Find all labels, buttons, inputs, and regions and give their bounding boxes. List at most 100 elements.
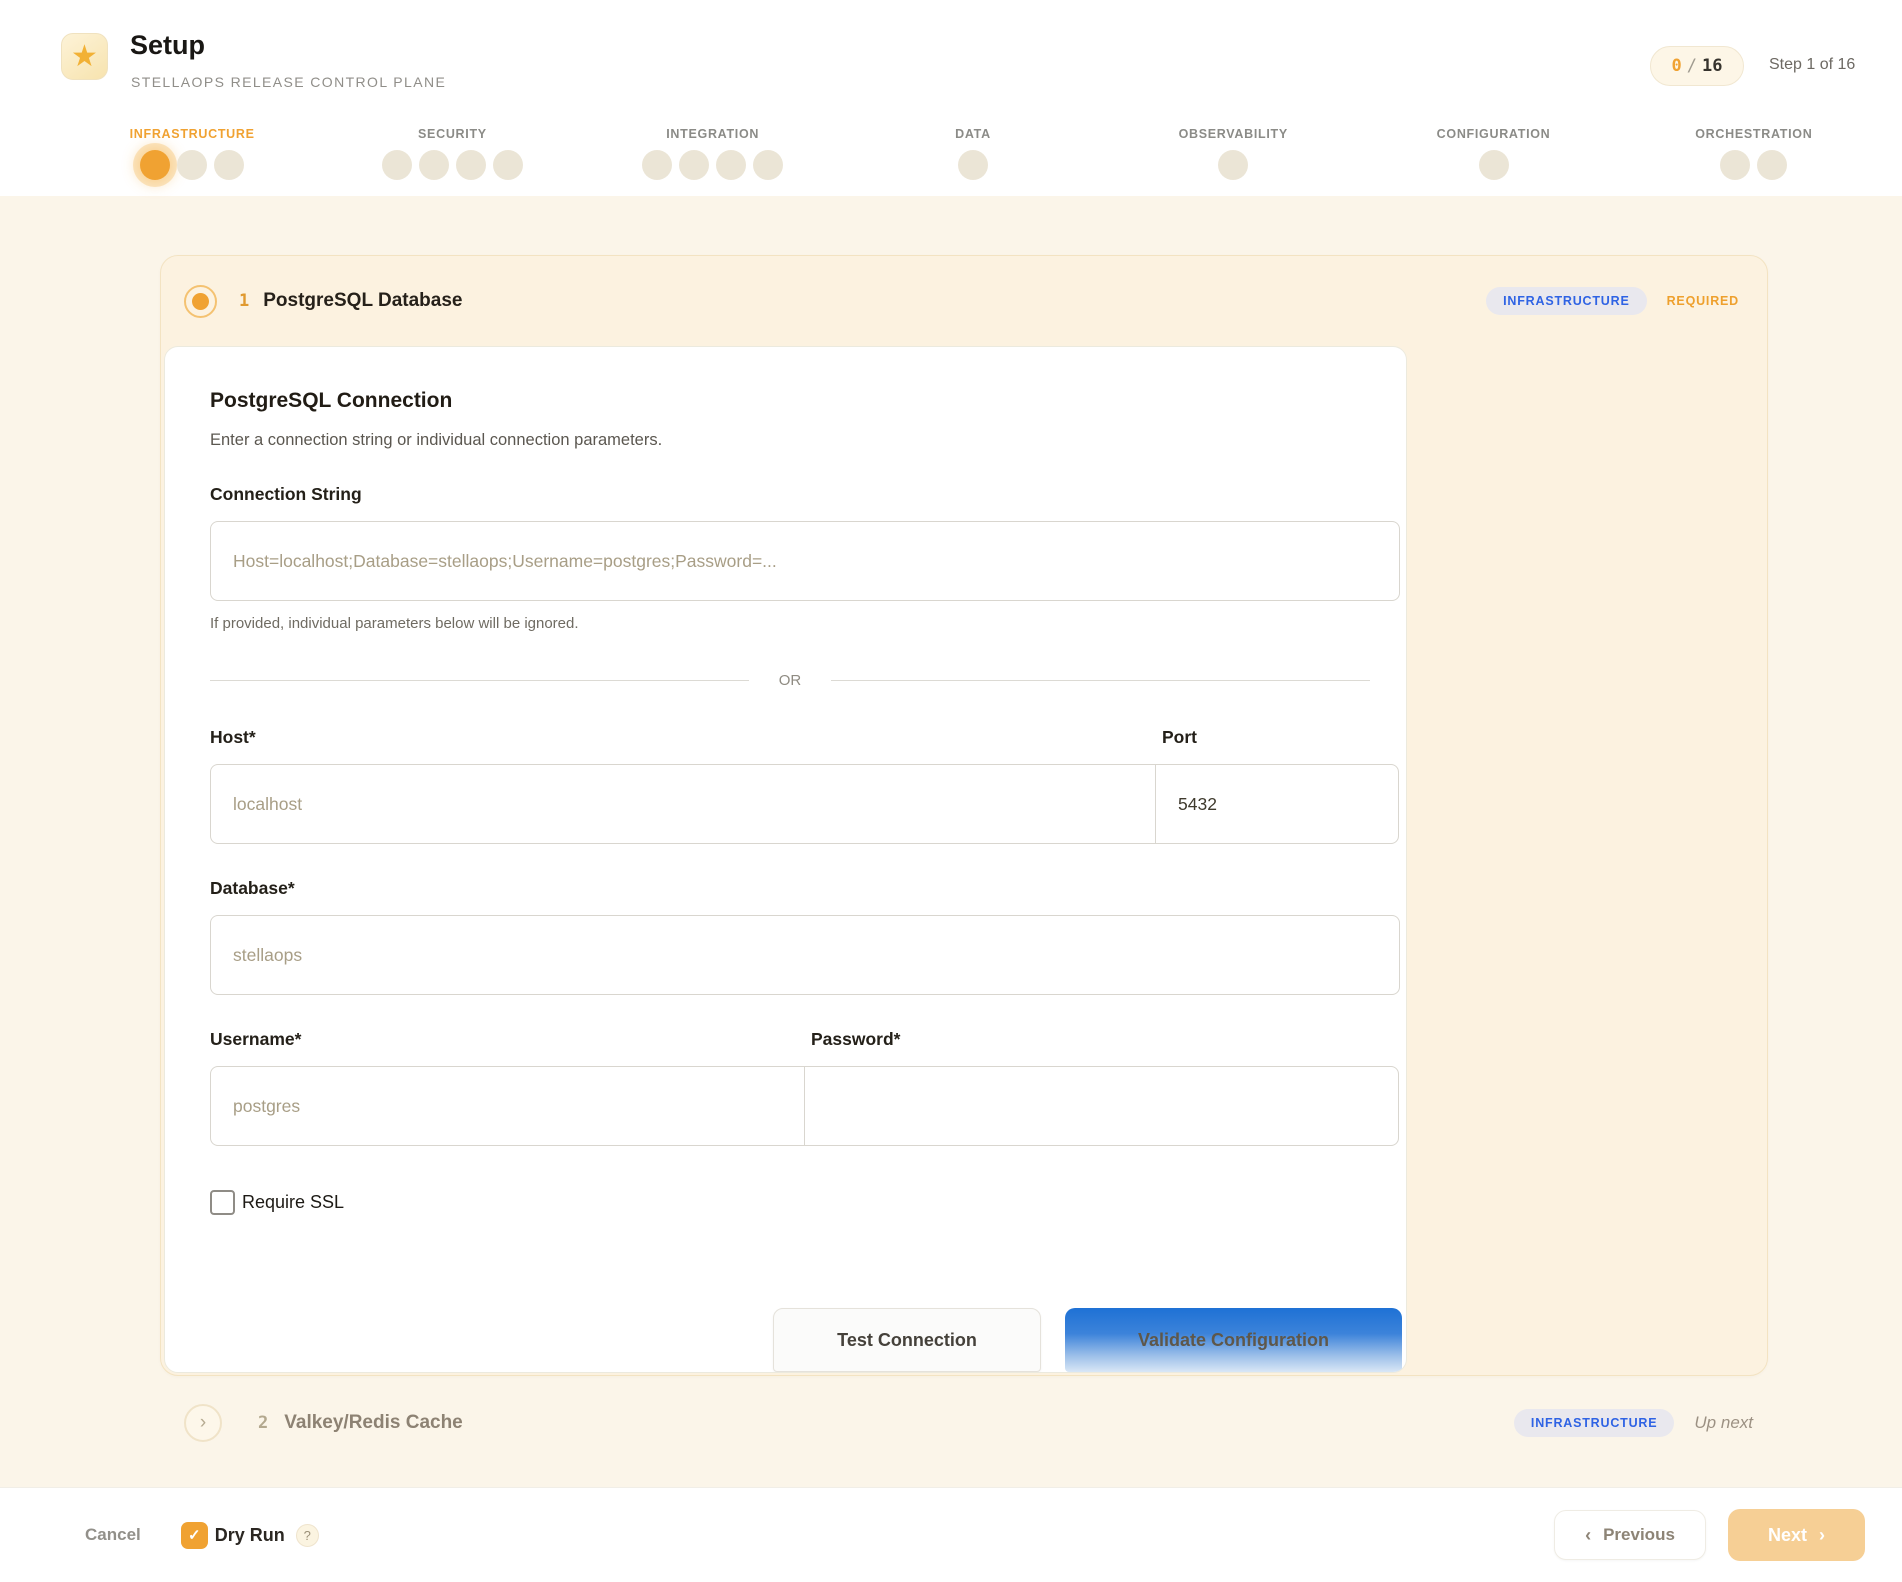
form-actions: Test Connection Validate Configuration <box>773 1308 1402 1372</box>
connection-string-helper: If provided, individual parameters below… <box>210 615 1400 632</box>
password-input[interactable] <box>804 1066 1399 1146</box>
username-label: Username* <box>210 1029 805 1050</box>
phase-label: ORCHESTRATION <box>1624 127 1884 141</box>
port-label: Port <box>1156 727 1400 748</box>
phase-integration[interactable]: INTEGRATION <box>583 127 843 180</box>
phase-step-dots <box>1103 150 1363 180</box>
username-input[interactable] <box>210 1066 805 1146</box>
step-dot <box>1479 150 1509 180</box>
previous-button[interactable]: ‹ Previous <box>1554 1510 1706 1560</box>
next-step-row[interactable]: › 2 Valkey/Redis Cache INFRASTRUCTURE Up… <box>184 1404 1753 1442</box>
password-label: Password* <box>805 1029 1400 1050</box>
or-divider: OR <box>210 672 1370 689</box>
require-ssl-checkbox[interactable] <box>210 1190 235 1215</box>
phase-step-dots <box>843 150 1103 180</box>
star-icon: ★ <box>71 39 98 74</box>
phase-data[interactable]: DATA <box>843 127 1103 180</box>
step-dot <box>177 150 207 180</box>
step-dot <box>1757 150 1787 180</box>
divider-line <box>831 680 1370 681</box>
step-dot <box>382 150 412 180</box>
database-input[interactable] <box>210 915 1400 995</box>
step-dot <box>456 150 486 180</box>
phase-step-dots <box>1363 150 1623 180</box>
phase-label: CONFIGURATION <box>1363 127 1623 141</box>
chevron-right-icon: › <box>200 1412 206 1434</box>
step-dot <box>1720 150 1750 180</box>
step-dot <box>753 150 783 180</box>
step-dot <box>958 150 988 180</box>
step-dot <box>642 150 672 180</box>
phase-nav: INFRASTRUCTURESECURITYINTEGRATIONDATAOBS… <box>62 127 1884 180</box>
phase-label: DATA <box>843 127 1103 141</box>
cancel-button[interactable]: Cancel <box>85 1525 141 1545</box>
phase-security[interactable]: SECURITY <box>322 127 582 180</box>
next-step-number: 2 <box>258 1413 268 1433</box>
expand-step-button[interactable]: › <box>184 1404 222 1442</box>
app-logo: ★ <box>61 33 108 80</box>
progress-current: 0 <box>1672 56 1682 76</box>
previous-button-label: Previous <box>1603 1525 1675 1545</box>
port-input[interactable] <box>1155 764 1399 844</box>
phase-infrastructure[interactable]: INFRASTRUCTURE <box>62 127 322 180</box>
phase-step-dots <box>322 150 582 180</box>
step-dot <box>140 150 170 180</box>
chevron-right-icon: › <box>1819 1526 1825 1544</box>
connection-form-card: PostgreSQL Connection Enter a connection… <box>164 346 1407 1373</box>
test-connection-button[interactable]: Test Connection <box>773 1308 1041 1372</box>
next-step-title: Valkey/Redis Cache <box>284 1412 463 1434</box>
category-badge: INFRASTRUCTURE <box>1486 287 1646 315</box>
phase-label: INFRASTRUCTURE <box>62 127 322 141</box>
phase-orchestration[interactable]: ORCHESTRATION <box>1624 127 1884 180</box>
connection-string-label: Connection String <box>210 484 1400 505</box>
phase-step-dots <box>583 150 843 180</box>
next-button-label: Next <box>1768 1525 1807 1546</box>
phase-label: SECURITY <box>322 127 582 141</box>
or-text: OR <box>779 672 802 689</box>
phase-label: INTEGRATION <box>583 127 843 141</box>
require-ssl-label: Require SSL <box>242 1192 344 1213</box>
required-badge: REQUIRED <box>1667 294 1739 308</box>
question-mark-glyph: ? <box>304 1528 311 1543</box>
form-description: Enter a connection string or individual … <box>210 431 1400 450</box>
step-title: PostgreSQL Database <box>263 290 462 312</box>
divider-line <box>210 680 749 681</box>
dry-run-checkbox[interactable]: ✓ <box>181 1522 208 1549</box>
step-dot <box>493 150 523 180</box>
progress-badge: 0 / 16 <box>1650 46 1744 86</box>
wizard-footer: Cancel ✓ Dry Run ? ‹ Previous Next › <box>0 1487 1902 1582</box>
progress-divider: / <box>1687 56 1697 76</box>
active-step-radio[interactable] <box>184 285 217 318</box>
setup-wizard-page: ★ Setup STELLAOPS RELEASE CONTROL PLANE … <box>0 0 1902 1582</box>
chevron-left-icon: ‹ <box>1585 1526 1591 1544</box>
current-step-card: 1 PostgreSQL Database INFRASTRUCTURE REQ… <box>160 255 1768 1376</box>
next-step-category-badge: INFRASTRUCTURE <box>1514 1409 1674 1437</box>
step-dot <box>679 150 709 180</box>
step-number: 1 <box>239 291 249 311</box>
active-step-radio-dot <box>192 293 209 310</box>
phase-step-dots <box>1624 150 1884 180</box>
step-card-header: 1 PostgreSQL Database INFRASTRUCTURE REQ… <box>161 256 1767 346</box>
next-button[interactable]: Next › <box>1728 1509 1865 1561</box>
step-dot <box>214 150 244 180</box>
phase-label: OBSERVABILITY <box>1103 127 1363 141</box>
step-indicator: Step 1 of 16 <box>1769 56 1855 74</box>
database-label: Database* <box>210 878 1400 899</box>
step-dot <box>419 150 449 180</box>
dry-run-toggle[interactable]: ✓ Dry Run ? <box>181 1522 319 1549</box>
page-subtitle: STELLAOPS RELEASE CONTROL PLANE <box>131 74 446 90</box>
step-dot <box>716 150 746 180</box>
connection-string-input[interactable] <box>210 521 1400 601</box>
app-header: ★ Setup STELLAOPS RELEASE CONTROL PLANE … <box>0 0 1902 196</box>
help-icon[interactable]: ? <box>296 1524 319 1547</box>
phase-configuration[interactable]: CONFIGURATION <box>1363 127 1623 180</box>
phase-step-dots <box>62 150 322 180</box>
validate-configuration-button[interactable]: Validate Configuration <box>1065 1308 1402 1372</box>
host-label: Host* <box>210 727 1156 748</box>
host-input[interactable] <box>210 764 1156 844</box>
form-title: PostgreSQL Connection <box>210 389 1400 413</box>
require-ssl-row[interactable]: Require SSL <box>210 1190 1400 1215</box>
phase-observability[interactable]: OBSERVABILITY <box>1103 127 1363 180</box>
up-next-label: Up next <box>1694 1413 1753 1433</box>
dry-run-label: Dry Run <box>215 1525 285 1546</box>
